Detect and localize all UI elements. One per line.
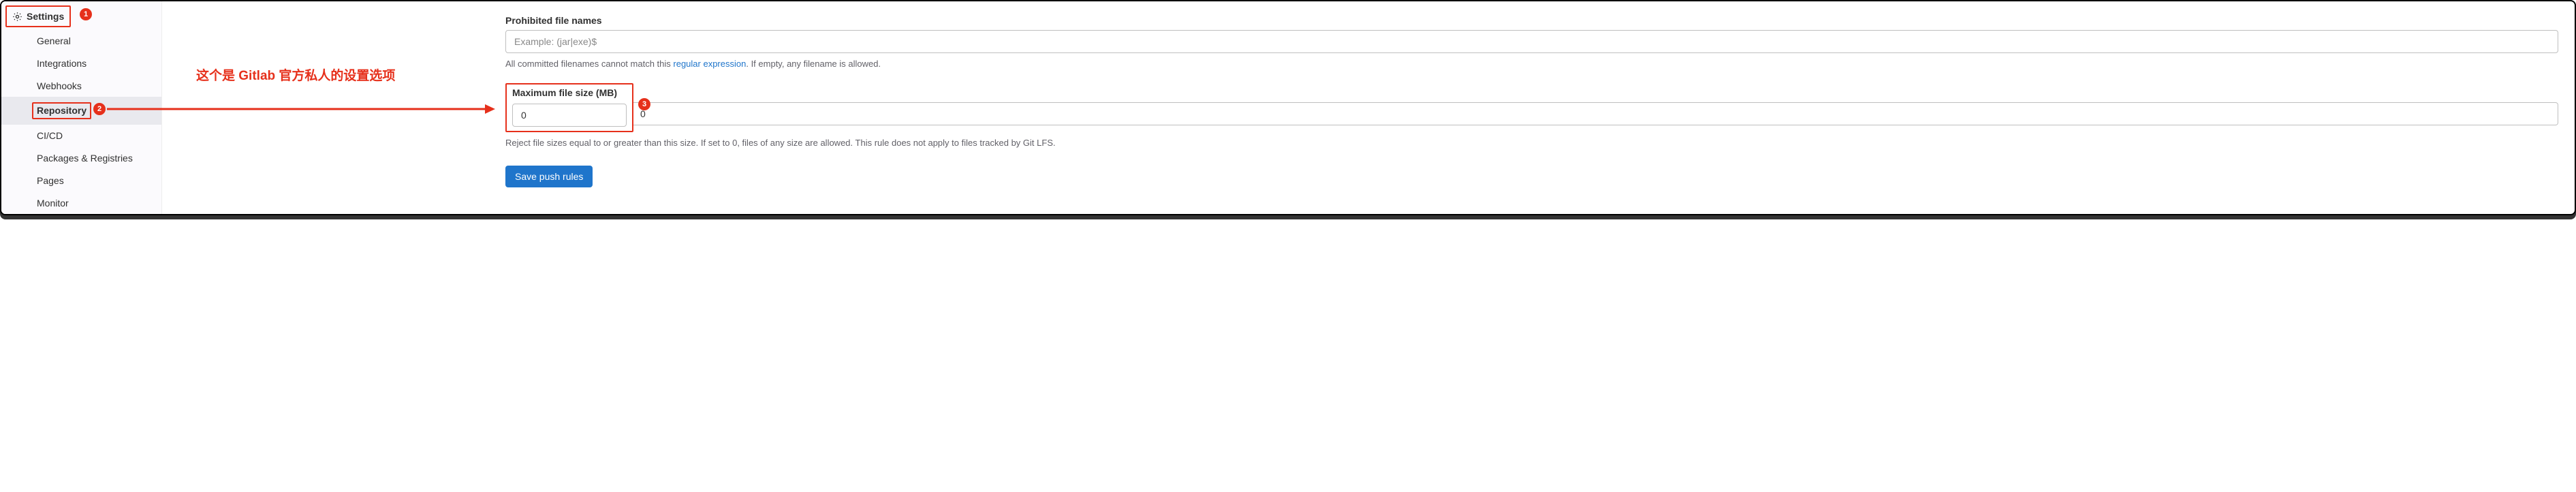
annotation-badge-2: 2 xyxy=(93,103,106,115)
sidebar-header-settings[interactable]: Settings xyxy=(5,5,71,27)
maxsize-section: Maximum file size (MB) Reject file sizes… xyxy=(505,83,2558,150)
prohibited-filenames-input[interactable] xyxy=(505,30,2558,53)
maxsize-label: Maximum file size (MB) xyxy=(512,87,627,98)
prohibited-filenames-help: All committed filenames cannot match thi… xyxy=(505,57,2558,71)
sidebar-header-label: Settings xyxy=(27,11,64,22)
save-push-rules-button[interactable]: Save push rules xyxy=(505,166,593,187)
sidebar-item-monitor[interactable]: Monitor xyxy=(1,192,161,215)
window-frame: Settings General Integrations Webhooks R… xyxy=(0,0,2576,215)
maxsize-input-boxed[interactable] xyxy=(512,104,627,127)
maxsize-highlight-box: Maximum file size (MB) xyxy=(505,83,633,132)
prohibited-filenames-label: Prohibited file names xyxy=(505,15,2558,26)
main-content: Prohibited file names All committed file… xyxy=(489,1,2575,214)
sidebar-item-general[interactable]: General xyxy=(1,30,161,52)
annotation-arrow xyxy=(107,102,495,116)
regular-expression-link[interactable]: regular expression xyxy=(673,59,746,69)
maxsize-help: Reject file sizes equal to or greater th… xyxy=(505,136,2558,150)
sidebar-item-pages[interactable]: Pages xyxy=(1,170,161,192)
sidebar-item-webhooks[interactable]: Webhooks xyxy=(1,75,161,97)
annotation-badge-1: 1 xyxy=(80,8,92,20)
sidebar-item-integrations[interactable]: Integrations xyxy=(1,52,161,75)
maxsize-input[interactable] xyxy=(632,102,2558,125)
sidebar-item-cicd[interactable]: CI/CD xyxy=(1,125,161,147)
sidebar-item-packages-registries[interactable]: Packages & Registries xyxy=(1,147,161,170)
annotation-badge-3: 3 xyxy=(638,98,650,110)
gear-icon xyxy=(12,12,22,22)
annotation-text: 这个是 Gitlab 官方私人的设置选项 xyxy=(196,65,395,84)
